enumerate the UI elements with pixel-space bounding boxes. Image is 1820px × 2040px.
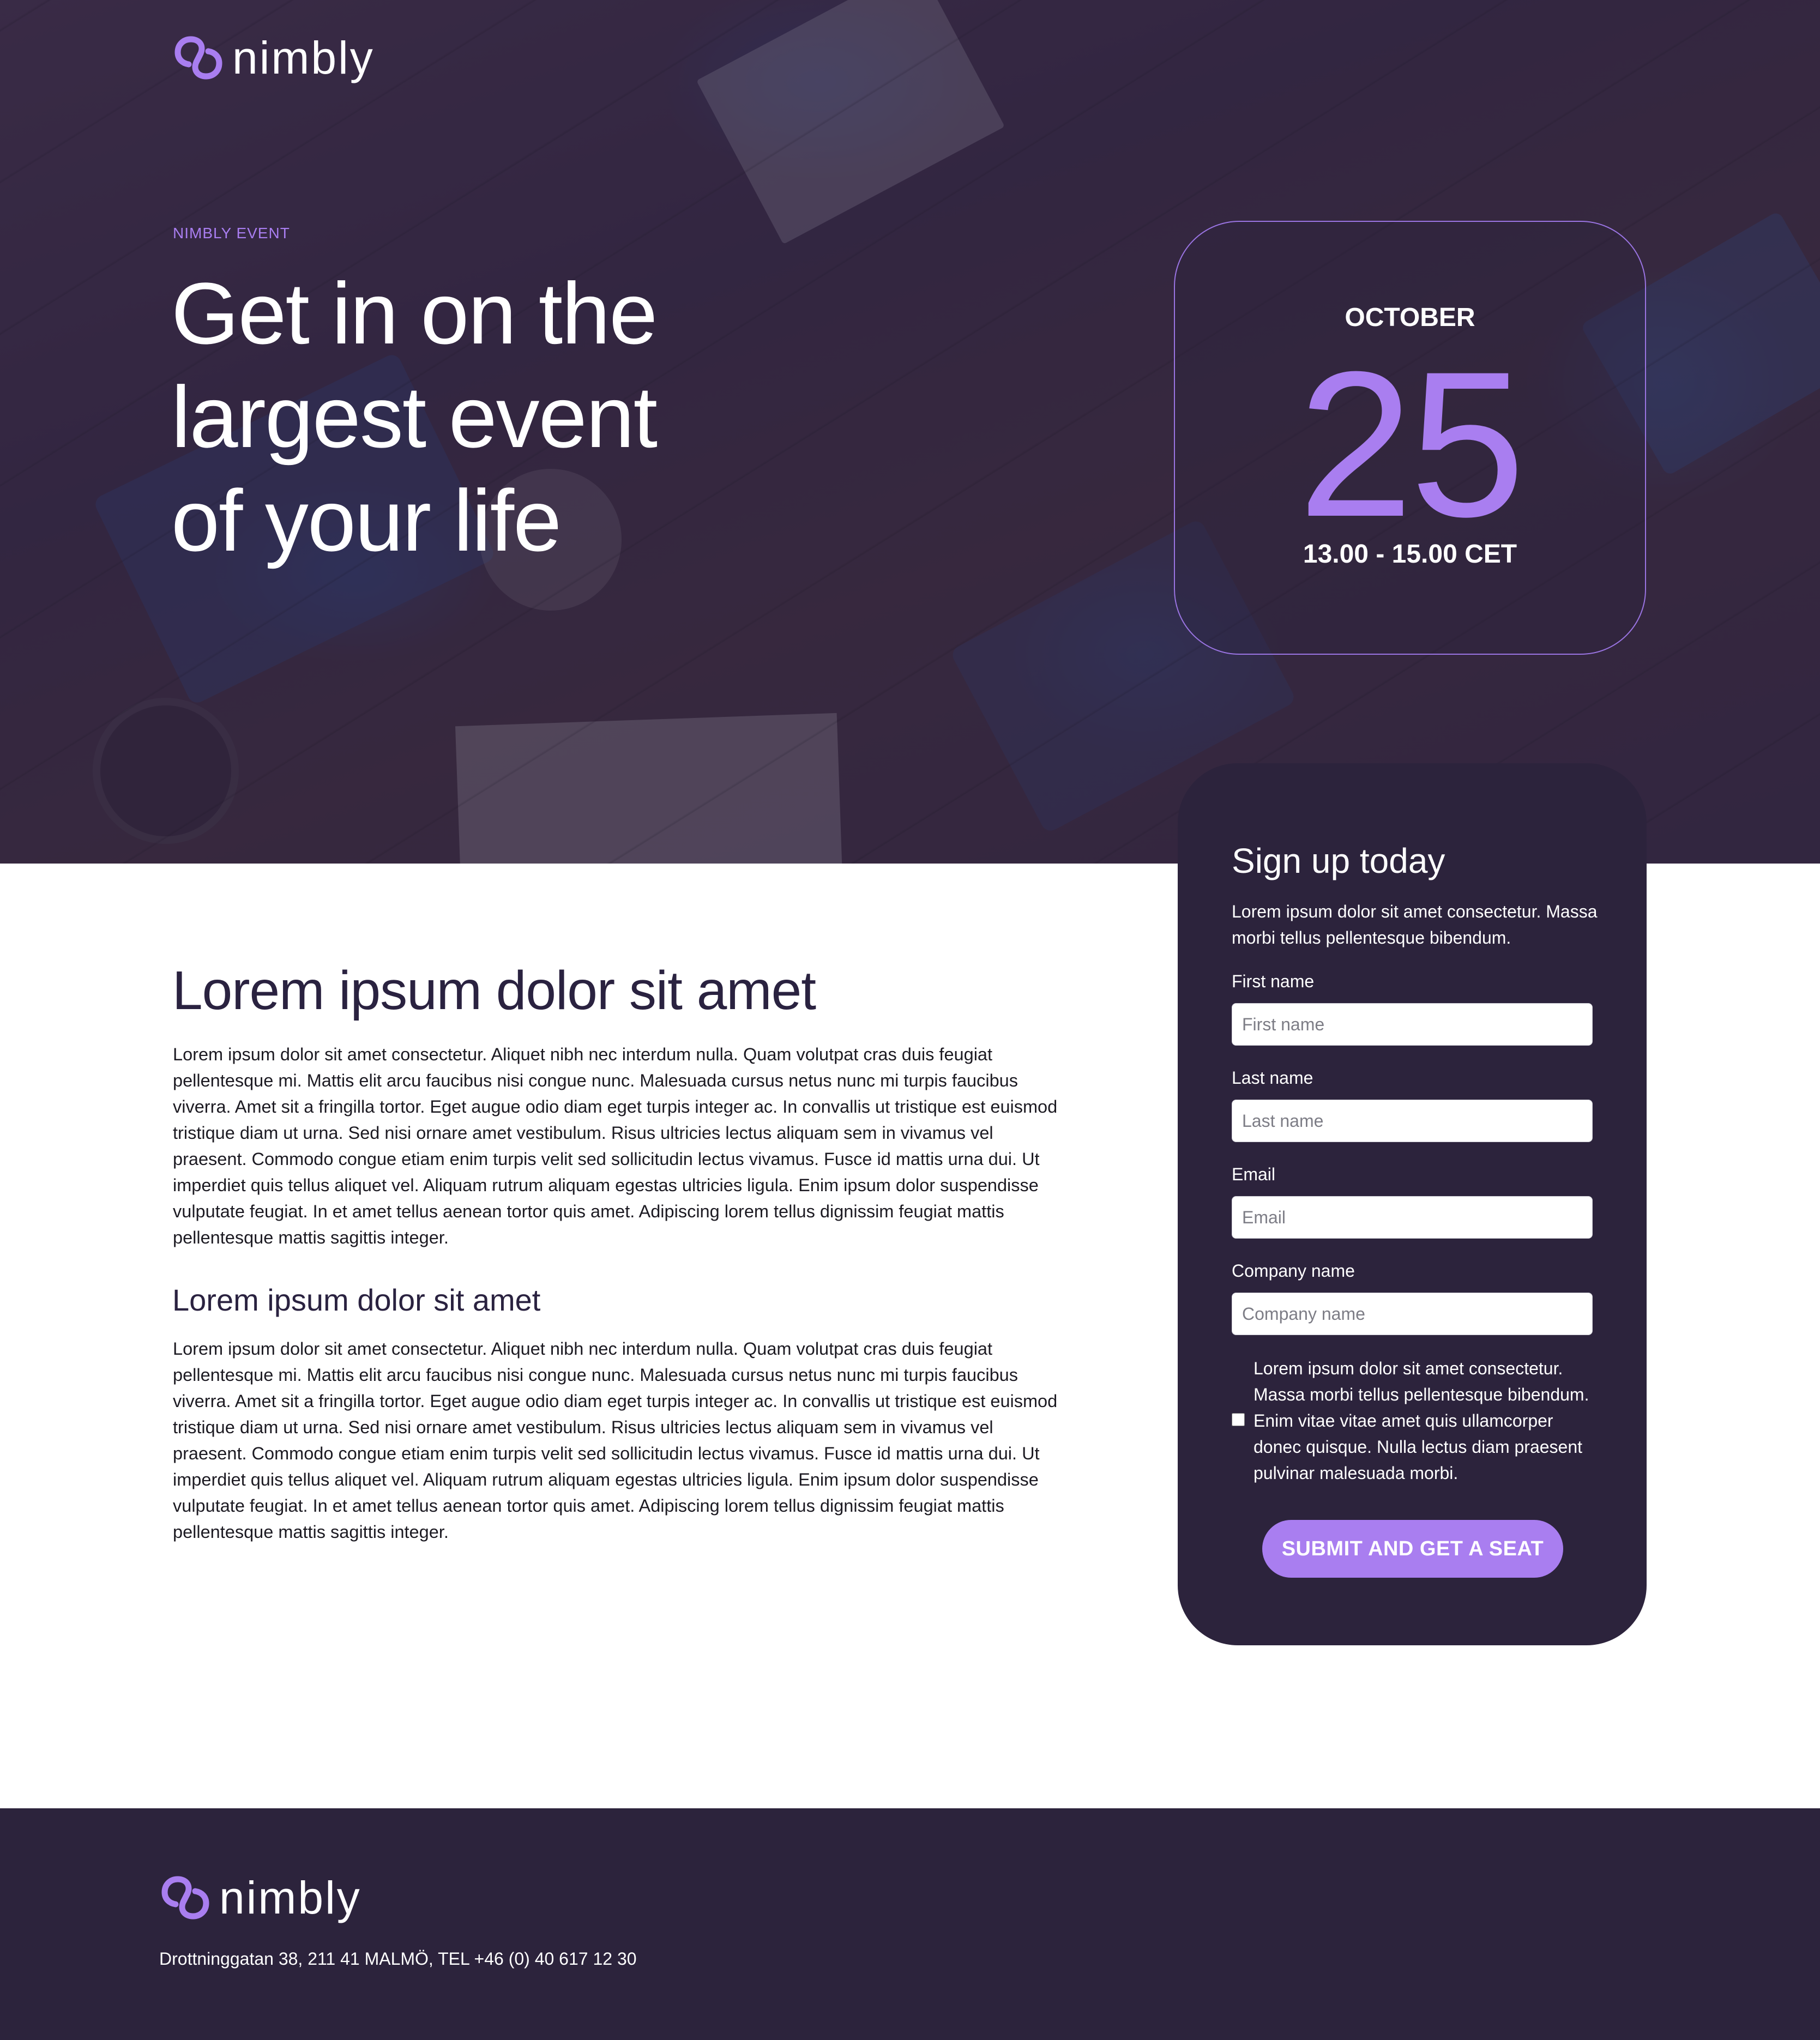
hero-title-line: Get in on the <box>171 264 658 362</box>
hero-section: nimbly NIMBLY EVENT Get in on the larges… <box>0 0 1820 864</box>
first-name-label: First name <box>1232 971 1315 991</box>
footer-address: Drottninggatan 38, 211 41 MALMÖ, TEL +46… <box>159 1949 637 1969</box>
hero-title: Get in on the largest event of your life <box>171 262 771 572</box>
consent-text: Lorem ipsum dolor sit amet consectetur. … <box>1253 1359 1589 1483</box>
content-heading: Lorem ipsum dolor sit amet <box>172 960 816 1021</box>
chain-link-icon <box>159 1872 212 1924</box>
logo-wordmark: nimbly <box>219 1872 361 1923</box>
content-paragraph: Lorem ipsum dolor sit amet consectetur. … <box>173 1045 1058 1247</box>
email-label: Email <box>1232 1164 1276 1184</box>
hero-title-line: of your life <box>171 472 562 569</box>
signup-form: Sign up today Lorem ipsum dolor sit amet… <box>1178 763 1647 1645</box>
chain-link-icon <box>172 32 225 84</box>
signup-description: Lorem ipsum dolor sit amet consectetur. … <box>1232 902 1598 947</box>
first-name-input[interactable] <box>1232 1003 1593 1046</box>
last-name-input[interactable] <box>1232 1100 1593 1142</box>
header-logo[interactable]: nimbly <box>172 32 375 84</box>
event-date-card: OCTOBER 25 13.00 - 15.00 CET <box>1174 221 1646 655</box>
email-input[interactable] <box>1232 1196 1593 1239</box>
consent-checkbox[interactable] <box>1232 1413 1245 1426</box>
last-name-label: Last name <box>1232 1068 1313 1088</box>
hero-eyebrow: NIMBLY EVENT <box>173 225 290 242</box>
signup-title: Sign up today <box>1232 841 1445 880</box>
company-name-label: Company name <box>1232 1261 1355 1281</box>
content-paragraph: Lorem ipsum dolor sit amet consectetur. … <box>173 1339 1058 1542</box>
event-time: 13.00 - 15.00 CET <box>1303 540 1517 569</box>
logo-wordmark: nimbly <box>232 32 375 83</box>
submit-button[interactable]: SUBMIT AND GET A SEAT <box>1262 1520 1563 1578</box>
footer-logo[interactable]: nimbly <box>159 1872 361 1924</box>
content-subheading: Lorem ipsum dolor sit amet <box>172 1283 541 1317</box>
hero-title-line: largest event <box>171 368 658 466</box>
company-name-input[interactable] <box>1232 1293 1593 1335</box>
footer: nimbly Drottninggatan 38, 211 41 MALMÖ, … <box>0 1808 1820 2040</box>
event-day: 25 <box>1298 328 1526 560</box>
